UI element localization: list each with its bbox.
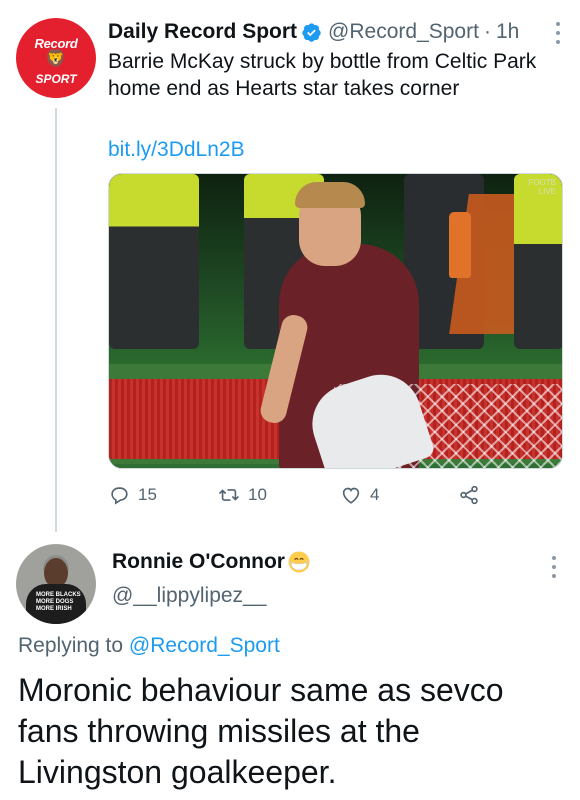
reply-icon: [111, 487, 128, 505]
separator-dot: ·: [483, 20, 491, 43]
share-button[interactable]: [458, 482, 488, 508]
thread-connector-line: [55, 108, 57, 532]
reply-count: 15: [138, 485, 157, 504]
steward-figure: [514, 174, 562, 349]
reply-button[interactable]: 15: [108, 482, 157, 508]
reply-tweet[interactable]: MORE BLACKS MORE DOGS MORE IRISH Ronnie …: [0, 530, 580, 800]
replying-to-line: Replying to @Record_Sport: [18, 634, 280, 658]
like-count: 4: [370, 485, 380, 504]
retweet-icon: [219, 489, 239, 501]
reply-tweet-text: Moronic behaviour same as sevco fans thr…: [18, 672, 504, 790]
tweet-actions: 15 10 4: [108, 482, 563, 508]
avatar-logo-text-bottom: SPORT: [35, 72, 77, 86]
reply-author-display-name[interactable]: Ronnie O'Connor: [112, 550, 285, 574]
tweet-media-image[interactable]: FOOTB LIVE: [108, 173, 563, 469]
like-button[interactable]: 4: [340, 482, 379, 508]
more-options-icon[interactable]: [552, 556, 558, 578]
retweet-button[interactable]: 10: [218, 482, 267, 508]
reply-author-handle[interactable]: @__lippylipez__: [112, 584, 266, 608]
author-avatar[interactable]: Record 🦁 SPORT: [16, 18, 96, 98]
tweet-header: Daily Record Sport @Record_Sport · 1h: [108, 18, 519, 46]
lion-rampant-icon: 🦁: [45, 49, 67, 68]
retweet-count: 10: [248, 485, 267, 504]
like-icon: [342, 487, 360, 504]
broadcast-watermark: FOOTB LIVE: [528, 178, 556, 196]
bottle: [449, 212, 471, 278]
face-with-medical-mask-emoji: [288, 551, 310, 573]
more-options-icon[interactable]: [556, 22, 562, 44]
author-handle[interactable]: @Record_Sport: [328, 18, 479, 46]
avatar-shirt-text: MORE BLACKS MORE DOGS MORE IRISH: [26, 584, 86, 624]
tweet-link[interactable]: bit.ly/3DdLn2B: [108, 138, 245, 162]
steward-figure: [109, 174, 199, 349]
replying-to-label: Replying to: [18, 634, 124, 657]
author-display-name[interactable]: Daily Record Sport: [108, 18, 297, 46]
tweet-timestamp[interactable]: 1h: [496, 18, 519, 46]
reply-author-avatar[interactable]: MORE BLACKS MORE DOGS MORE IRISH: [16, 544, 96, 624]
reply-author-display-name-row: Ronnie O'Connor: [112, 550, 311, 574]
share-icon: [460, 485, 478, 505]
tweet[interactable]: Record 🦁 SPORT Daily Record Sport @Recor…: [0, 0, 580, 532]
replying-to-mention[interactable]: @Record_Sport: [129, 634, 280, 657]
tweet-text: Barrie McKay struck by bottle from Celti…: [108, 50, 537, 100]
verified-badge-icon: [302, 22, 321, 42]
